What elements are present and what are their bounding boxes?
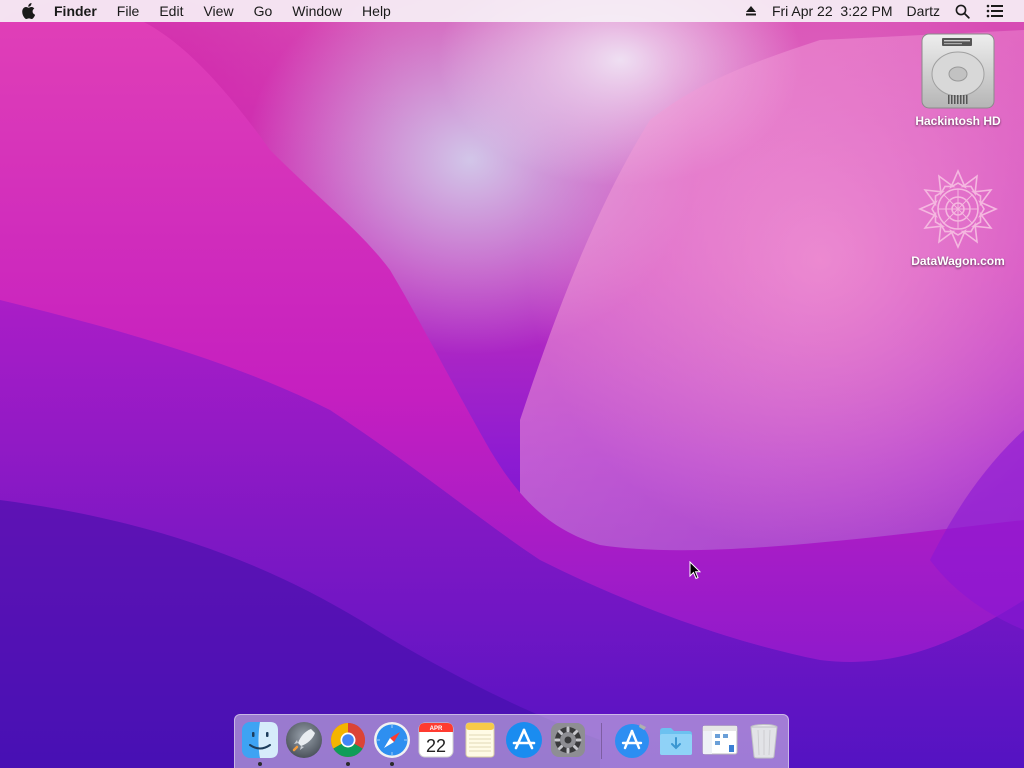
finder-window-icon — [702, 725, 738, 755]
launchpad-icon — [286, 722, 322, 758]
dock-trash[interactable] — [745, 721, 783, 759]
desktop-icon-hackintosh-hd[interactable]: Hackintosh HD — [898, 32, 1018, 128]
menu-help[interactable]: Help — [352, 0, 401, 22]
finder-icon — [242, 722, 278, 758]
desktop-icon-label: Hackintosh HD — [915, 114, 1001, 128]
menu-window[interactable]: Window — [282, 0, 352, 22]
menu-app-finder[interactable]: Finder — [54, 0, 107, 22]
dock-launchpad[interactable] — [285, 721, 323, 759]
menu-go[interactable]: Go — [244, 0, 283, 22]
desktop-icon-datawagon[interactable]: DataWagon.com — [898, 168, 1018, 268]
app-store-icon — [506, 722, 542, 758]
calendar-day: 22 — [426, 736, 446, 756]
dock-chrome[interactable] — [329, 721, 367, 759]
dock-downloads-stack[interactable] — [657, 721, 695, 759]
running-indicator — [390, 762, 394, 766]
mouse-cursor-icon — [689, 561, 701, 580]
spotlight-search-icon[interactable] — [947, 0, 978, 22]
dock-calendar[interactable]: APR 22 — [417, 721, 455, 759]
menu-bar: Finder File Edit View Go Window Help Fri… — [0, 0, 1024, 22]
safari-icon — [374, 722, 410, 758]
dock-app-store[interactable] — [505, 721, 543, 759]
notes-icon — [465, 722, 495, 758]
dock-safari[interactable] — [373, 721, 411, 759]
running-indicator — [258, 762, 262, 766]
apple-menu-icon[interactable] — [20, 0, 36, 22]
dock-finder-window[interactable] — [701, 721, 739, 759]
mandala-icon — [918, 169, 998, 249]
desktop-icon-label: DataWagon.com — [911, 254, 1005, 268]
dock-notes[interactable] — [461, 721, 499, 759]
dock-finder[interactable] — [241, 721, 279, 759]
dock: APR 22 — [234, 714, 789, 768]
dock-separator — [601, 723, 602, 759]
dock-applications-stack[interactable] — [613, 721, 651, 759]
calendar-month: APR — [430, 726, 443, 732]
eject-icon[interactable] — [737, 0, 765, 22]
trash-icon — [750, 724, 778, 759]
downloads-folder-icon — [660, 728, 692, 755]
menu-view[interactable]: View — [193, 0, 243, 22]
clock[interactable]: Fri Apr 22 3:22 PM — [765, 0, 900, 22]
notification-center-icon[interactable] — [978, 0, 1012, 22]
menu-file[interactable]: File — [107, 0, 150, 22]
desktop[interactable]: Finder File Edit View Go Window Help Fri… — [0, 0, 1024, 768]
wallpaper — [0, 20, 1024, 768]
app-store-folder-icon — [615, 724, 649, 758]
calendar-icon: APR 22 — [418, 722, 454, 758]
menu-edit[interactable]: Edit — [149, 0, 193, 22]
system-preferences-icon — [551, 723, 585, 757]
dock-system-preferences[interactable] — [549, 721, 587, 759]
running-indicator — [346, 762, 350, 766]
user-menu[interactable]: Dartz — [900, 0, 947, 22]
chrome-icon — [331, 723, 365, 757]
hard-drive-icon — [921, 33, 995, 109]
